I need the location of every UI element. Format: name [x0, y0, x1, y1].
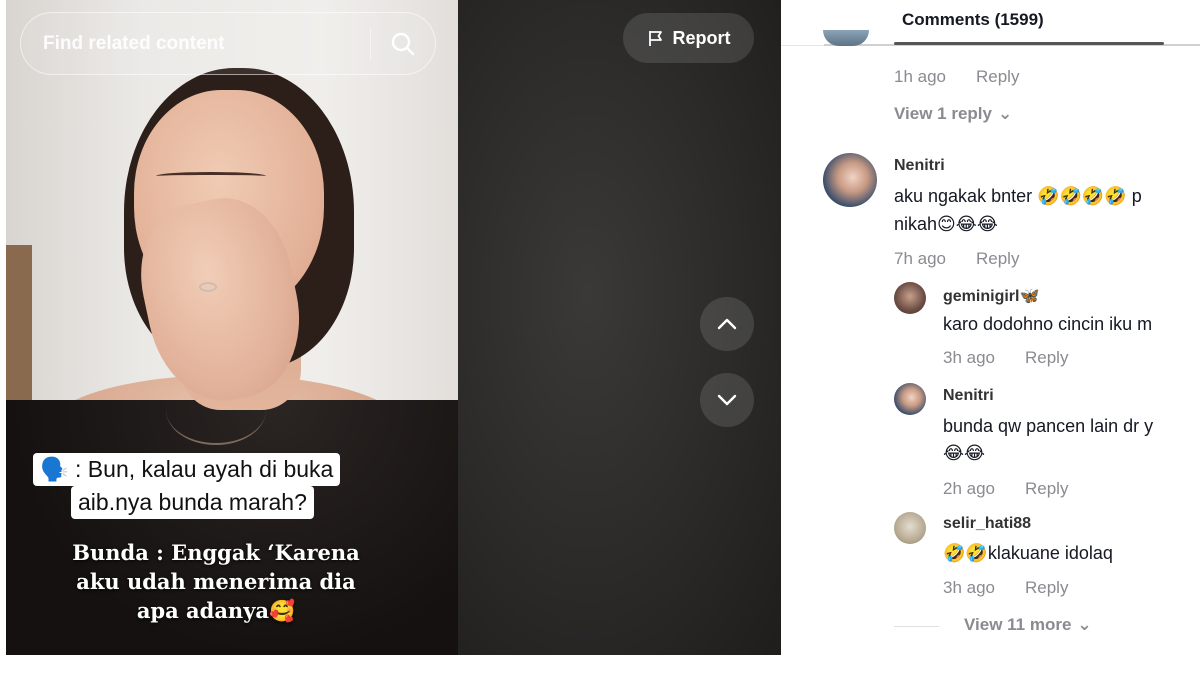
avatar[interactable] [894, 282, 926, 314]
next-video-button[interactable] [700, 373, 754, 427]
previous-video-button[interactable] [700, 297, 754, 351]
caption-question-line2: aib.nya bunda marah? [71, 486, 314, 519]
comment-time: 7h ago [894, 249, 946, 268]
reply-text-line2: 😂😂 [943, 443, 986, 463]
reply-meta: 3h ago Reply [943, 578, 1068, 598]
chevron-down-icon: ⌄ [1077, 615, 1092, 634]
reply-text: 🤣🤣klakuane idolaq [943, 543, 1113, 563]
reply-meta: 2h ago Reply [943, 479, 1068, 499]
chevron-down-icon: ⌄ [997, 104, 1013, 123]
chevron-up-icon [717, 318, 737, 330]
chevron-down-icon [717, 394, 737, 406]
view-replies-button[interactable]: View 1 reply ⌄ [894, 104, 1012, 124]
search-button[interactable] [371, 13, 435, 74]
reply-text-line1: bunda qw pancen lain dr y [943, 416, 1154, 436]
comment-username[interactable]: Nenitri [894, 157, 945, 175]
video-frame[interactable]: 🗣️ : Bun, kalau ayah di buka aib.nya bun… [6, 0, 458, 655]
reply-time: 2h ago [943, 479, 995, 498]
video-eyes [156, 172, 266, 180]
reply-button[interactable]: Reply [976, 249, 1019, 268]
reply-username[interactable]: geminigirl🦋 [943, 286, 1039, 306]
reply-button[interactable]: Reply [976, 67, 1019, 86]
search-icon [391, 32, 415, 55]
video-necklace [166, 375, 266, 445]
view-more-divider [894, 626, 939, 627]
comment-text-line2: nikah😊😂😂 [894, 214, 998, 234]
reply-text: karo dodohno cincin iku m [943, 314, 1153, 334]
caption-question: 🗣️ : Bun, kalau ayah di buka aib.nya bun… [33, 453, 400, 523]
search-input[interactable]: Find related content [21, 33, 370, 55]
view-more-label: View 11 more [964, 615, 1072, 634]
avatar[interactable] [894, 383, 926, 415]
comment-text-cutoff [894, 36, 1184, 46]
video-ring [199, 282, 217, 292]
reply-time: 3h ago [943, 578, 995, 597]
comments-tab[interactable]: Comments (1599) [902, 10, 1044, 30]
comment-meta: 1h ago Reply [894, 67, 1019, 87]
caption-answer: Bunda : Enggak ‘Karena aku udah menerima… [72, 540, 360, 623]
comment-meta: 7h ago Reply [894, 249, 1019, 269]
video-player[interactable]: 🗣️ : Bun, kalau ayah di buka aib.nya bun… [6, 0, 781, 655]
reply-button[interactable]: Reply [1025, 479, 1068, 498]
comments-panel[interactable]: Comments (1599) 1h ago Reply View 1 reply… [781, 0, 1200, 655]
report-button[interactable]: Report [623, 13, 754, 63]
reply-username[interactable]: Nenitri [943, 387, 994, 405]
reply-time: 3h ago [943, 348, 995, 367]
reply-username[interactable]: selir_hati88 [943, 515, 1031, 533]
search-bar[interactable]: Find related content [20, 12, 436, 75]
avatar[interactable] [823, 153, 877, 207]
view-replies-label: View 1 reply [894, 104, 992, 123]
reply-button[interactable]: Reply [1025, 578, 1068, 597]
report-label: Report [672, 27, 731, 48]
flag-icon [648, 31, 662, 46]
reply-meta: 3h ago Reply [943, 348, 1068, 368]
reply-button[interactable]: Reply [1025, 348, 1068, 367]
avatar[interactable] [894, 512, 926, 544]
caption-question-line1: 🗣️ : Bun, kalau ayah di buka [33, 453, 341, 486]
comment-text-line1: aku ngakak bnter 🤣🤣🤣🤣 p [894, 186, 1142, 206]
view-more-button[interactable]: View 11 more ⌄ [964, 615, 1092, 635]
comment-time: 1h ago [894, 67, 946, 86]
